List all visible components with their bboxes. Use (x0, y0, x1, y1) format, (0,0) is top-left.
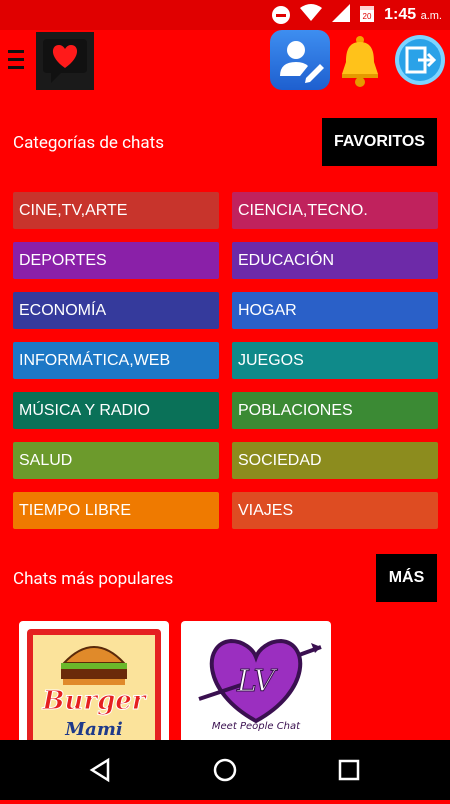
logout-button[interactable] (394, 34, 446, 86)
category-button-deportes[interactable]: DEPORTES (13, 242, 219, 279)
user-edit-button[interactable] (270, 30, 330, 90)
calendar-icon: 20 (360, 4, 375, 27)
signal-icon (332, 3, 351, 27)
notifications-button[interactable] (336, 34, 384, 88)
wifi-icon (300, 3, 323, 27)
category-button-hogar[interactable]: HOGAR (232, 292, 438, 329)
status-bar: 20 1:45 a.m. (0, 0, 450, 30)
more-button[interactable]: MÁS (376, 554, 437, 602)
popular-chat-card-lv[interactable]: LV Meet People Chat (181, 621, 331, 751)
burger-logo-icon: Burger Mami (27, 629, 161, 751)
category-button-tiempo-libre[interactable]: TIEMPO LIBRE (13, 492, 219, 529)
user-edit-icon (280, 41, 324, 83)
favorites-button[interactable]: FAVORITOS (322, 118, 437, 166)
menu-icon[interactable] (8, 50, 24, 70)
category-button-poblaciones[interactable]: POBLACIONES (232, 392, 438, 429)
category-button-salud[interactable]: SALUD (13, 442, 219, 479)
clock: 1:45 a.m. (384, 6, 442, 24)
do-not-disturb-icon (272, 6, 291, 24)
system-nav-bar (0, 740, 450, 800)
burger-logo-text: Burger (42, 686, 148, 716)
category-button-viajes[interactable]: VIAJES (232, 492, 438, 529)
category-button-ciencia-tecno[interactable]: CIENCIA,TECNO. (232, 192, 438, 229)
lv-logo-text: LV (236, 664, 278, 699)
clock-time: 1:45 (384, 6, 417, 23)
heart-chat-logo (36, 32, 94, 90)
clock-ampm: a.m. (420, 10, 442, 22)
category-button-juegos[interactable]: JUEGOS (232, 342, 438, 379)
app-bar (0, 30, 450, 94)
category-button-sociedad[interactable]: SOCIEDAD (232, 442, 438, 479)
category-button-cine-tv-arte[interactable]: CINE,TV,ARTE (13, 192, 219, 229)
category-button-educación[interactable]: EDUCACIÓN (232, 242, 438, 279)
back-icon[interactable] (89, 757, 110, 783)
home-icon[interactable] (213, 758, 237, 782)
popular-chats-title: Chats más populares (13, 569, 174, 589)
popular-chat-card-burger[interactable]: Burger Mami (19, 621, 169, 751)
logout-icon (395, 35, 445, 85)
burger-logo-subtext: Mami (64, 719, 123, 740)
category-button-música-y-radio[interactable]: MÚSICA Y RADIO (13, 392, 219, 429)
categories-title: Categorías de chats (13, 133, 164, 153)
heart-logo-icon: LV Meet People Chat (198, 638, 322, 732)
recents-icon[interactable] (338, 759, 360, 781)
bell-icon (342, 36, 378, 87)
calendar-day-label: 20 (363, 12, 372, 21)
category-button-informática-web[interactable]: INFORMÁTICA,WEB (13, 342, 219, 379)
category-button-economía[interactable]: ECONOMÍA (13, 292, 219, 329)
lv-logo-subtext: Meet People Chat (212, 721, 301, 732)
